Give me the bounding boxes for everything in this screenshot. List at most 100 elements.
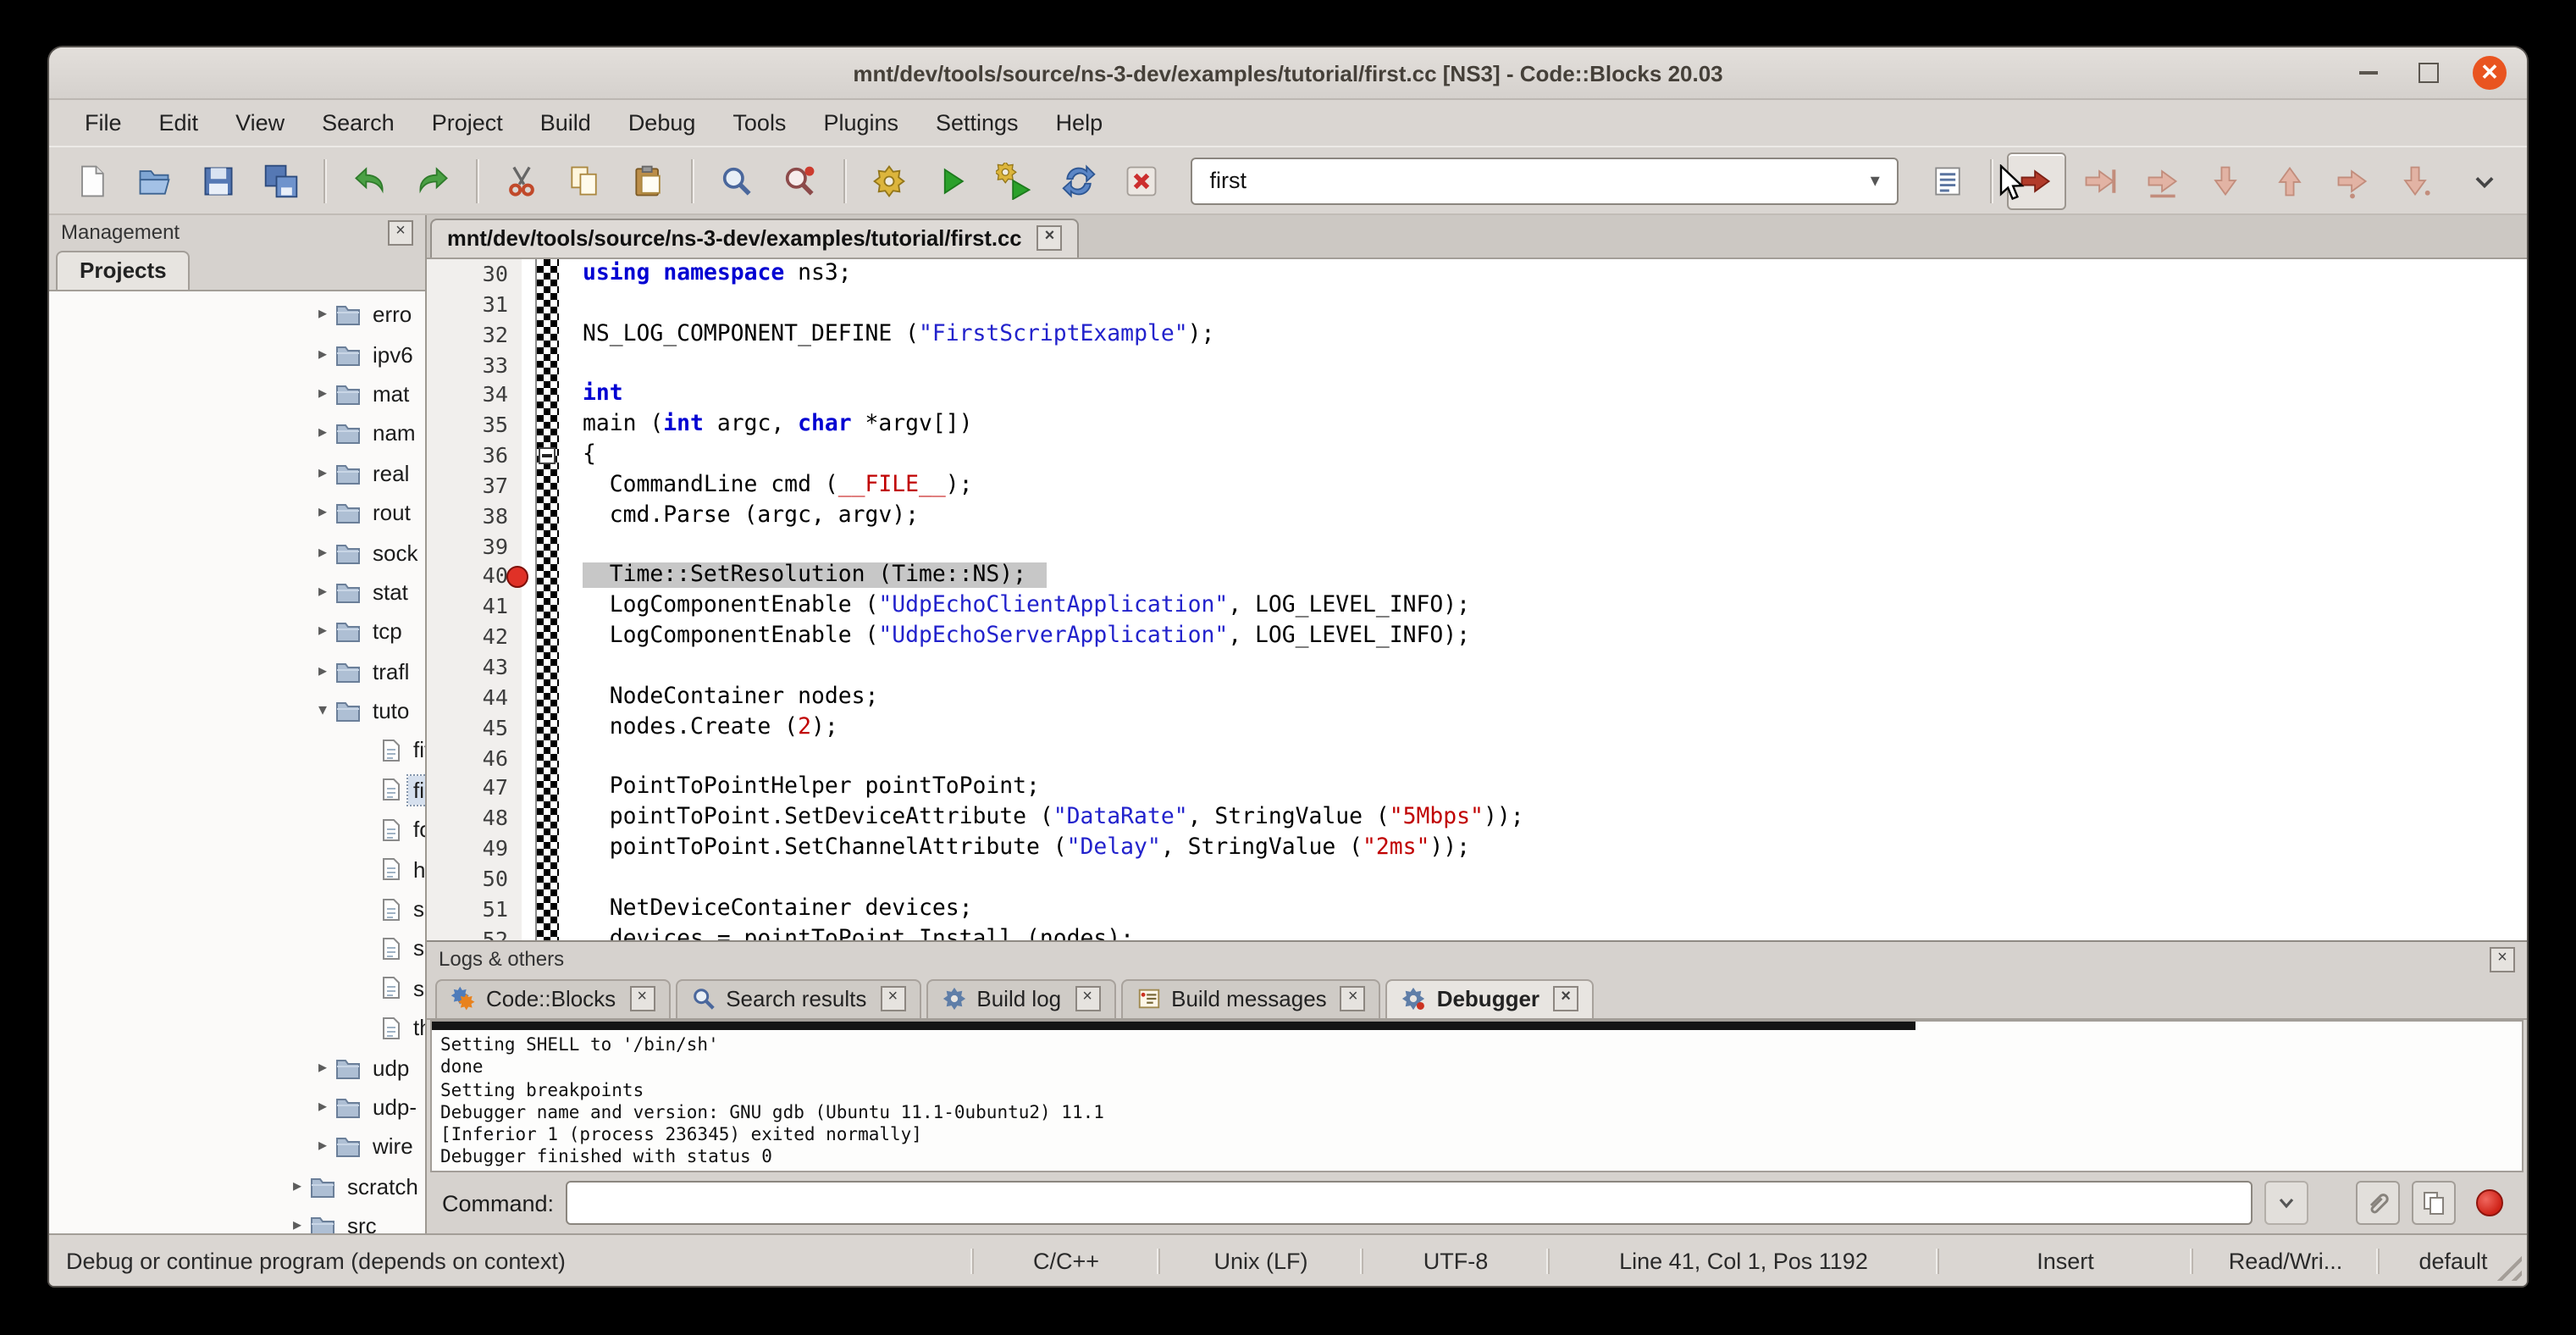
maximize-button[interactable]	[2412, 56, 2446, 90]
line-number[interactable]: 45	[427, 712, 522, 743]
code-line-39[interactable]: 39	[427, 531, 2527, 562]
logs-tab-search-results[interactable]: Search results×	[675, 979, 920, 1018]
tree-item-se[interactable]: se	[49, 929, 425, 969]
line-number[interactable]: 33	[427, 350, 522, 380]
tree-expander-icon[interactable]: ▸	[312, 424, 334, 443]
step-into-button[interactable]	[2197, 152, 2255, 209]
undo-button[interactable]	[341, 152, 400, 209]
code-line-47[interactable]: 47 PointToPointHelper pointToPoint;	[427, 773, 2527, 804]
attach-button[interactable]	[2356, 1181, 2400, 1225]
next-line-button[interactable]	[2134, 152, 2192, 209]
cut-button[interactable]	[493, 152, 551, 209]
tree-expander-icon[interactable]: ▸	[312, 345, 334, 363]
tree-item-mat[interactable]: ▸mat	[49, 374, 425, 414]
line-number[interactable]: 41	[427, 592, 522, 623]
menu-settings[interactable]: Settings	[917, 100, 1037, 146]
tree-expander-icon[interactable]: ▸	[312, 623, 334, 641]
line-number[interactable]: 42	[427, 622, 522, 652]
run-to-cursor-button[interactable]	[2070, 152, 2129, 209]
tree-item-se[interactable]: se	[49, 889, 425, 929]
open-file-button[interactable]	[126, 152, 185, 209]
tree-item-scratch[interactable]: ▸scratch	[49, 1166, 425, 1206]
tab-projects[interactable]: Projects	[56, 251, 191, 290]
tab-close-icon[interactable]: ×	[629, 986, 655, 1011]
tree-item-wire[interactable]: ▸wire	[49, 1127, 425, 1166]
chevron-down-icon[interactable]: ▾	[1871, 169, 1880, 191]
tree-item-trafl[interactable]: ▸trafl	[49, 651, 425, 691]
tree-expander-icon[interactable]: ▸	[286, 1177, 308, 1196]
menu-file[interactable]: File	[66, 100, 141, 146]
abort-build-button[interactable]	[1113, 152, 1171, 209]
save-file-button[interactable]	[189, 152, 247, 209]
tree-item-src[interactable]: ▸src	[49, 1206, 425, 1233]
tab-close-icon[interactable]: ×	[1341, 986, 1366, 1011]
paste-button[interactable]	[619, 152, 677, 209]
copy-log-button[interactable]	[2412, 1181, 2456, 1225]
tree-expander-icon[interactable]: ▸	[312, 583, 334, 601]
code-line-41[interactable]: 41 LogComponentEnable ("UdpEchoClientApp…	[427, 592, 2527, 623]
save-all-button[interactable]	[252, 152, 311, 209]
logs-close-icon[interactable]: ×	[2490, 946, 2515, 972]
line-number[interactable]: 39	[427, 531, 522, 562]
tree-item-sock[interactable]: ▸sock	[49, 533, 425, 573]
tree-item-nam[interactable]: ▸nam	[49, 413, 425, 453]
tree-expander-icon[interactable]: ▸	[312, 305, 334, 324]
menu-view[interactable]: View	[217, 100, 303, 146]
code-line-50[interactable]: 50	[427, 864, 2527, 895]
tree-expander-icon[interactable]: ▸	[312, 1098, 334, 1116]
tree-item-six[interactable]: six	[49, 968, 425, 1008]
menu-help[interactable]: Help	[1037, 100, 1122, 146]
breakpoint-icon[interactable]	[506, 566, 528, 588]
tab-close-icon[interactable]: ×	[1075, 986, 1100, 1011]
code-line-44[interactable]: 44 NodeContainer nodes;	[427, 683, 2527, 713]
tree-item-fir[interactable]: fir	[49, 770, 425, 810]
line-number[interactable]: 35	[427, 410, 522, 440]
tree-item-he[interactable]: he	[49, 850, 425, 889]
code-line-35[interactable]: 35main (int argc, char *argv[])	[427, 410, 2527, 440]
line-number[interactable]: 48	[427, 803, 522, 834]
menu-debug[interactable]: Debug	[610, 100, 715, 146]
command-history-button[interactable]	[2264, 1181, 2308, 1225]
next-instruction-button[interactable]	[2324, 152, 2382, 209]
code-line-30[interactable]: 30using namespace ns3;	[427, 259, 2527, 290]
code-line-45[interactable]: 45 nodes.Create (2);	[427, 712, 2527, 743]
tree-item-tuto[interactable]: ▾tuto	[49, 691, 425, 731]
line-number[interactable]: 47	[427, 773, 522, 804]
tree-expander-icon[interactable]: ▸	[286, 1216, 308, 1233]
menu-plugins[interactable]: Plugins	[804, 100, 917, 146]
line-number[interactable]: 43	[427, 652, 522, 683]
menu-edit[interactable]: Edit	[141, 100, 218, 146]
tree-item-stat[interactable]: ▸stat	[49, 572, 425, 612]
code-line-34[interactable]: 34int	[427, 380, 2527, 411]
tree-expander-icon[interactable]: ▾	[312, 701, 334, 720]
code-line-43[interactable]: 43	[427, 652, 2527, 683]
tree-item-th[interactable]: th	[49, 1008, 425, 1048]
tab-close-icon[interactable]: ×	[1553, 986, 1578, 1011]
minimize-button[interactable]	[2351, 56, 2385, 90]
tree-expander-icon[interactable]: ▸	[312, 543, 334, 562]
build-and-run-button[interactable]	[987, 152, 1045, 209]
tab-close-icon[interactable]: ×	[880, 986, 905, 1011]
tree-expander-icon[interactable]: ▸	[312, 1058, 334, 1077]
code-line-37[interactable]: 37 CommandLine cmd (__FILE__);	[427, 471, 2527, 501]
editor-tab[interactable]: mnt/dev/tools/source/ns-3-dev/examples/t…	[430, 219, 1079, 258]
tree-expander-icon[interactable]: ▸	[312, 385, 334, 403]
logs-tab-debugger[interactable]: Debugger×	[1386, 979, 1594, 1018]
line-number[interactable]: 32	[427, 319, 522, 350]
tree-item-fif[interactable]: fif	[49, 731, 425, 771]
chevron-down-button[interactable]	[2455, 152, 2513, 209]
find-button[interactable]	[708, 152, 766, 209]
find-in-files-button[interactable]	[771, 152, 830, 209]
menu-tools[interactable]: Tools	[714, 100, 804, 146]
logs-tab-build-messages[interactable]: Build messages×	[1120, 979, 1381, 1018]
line-number[interactable]: 49	[427, 834, 522, 864]
fold-collapse-icon[interactable]	[538, 447, 555, 464]
debugger-log[interactable]: Setting SHELL to '/bin/sh'doneSetting br…	[430, 1020, 2523, 1172]
step-out-button[interactable]	[2260, 152, 2319, 209]
tree-item-rout[interactable]: ▸rout	[49, 493, 425, 533]
code-line-42[interactable]: 42 LogComponentEnable ("UdpEchoServerApp…	[427, 622, 2527, 652]
code-line-31[interactable]: 31	[427, 290, 2527, 320]
tree-item-udp[interactable]: ▸udp	[49, 1048, 425, 1088]
menu-build[interactable]: Build	[522, 100, 610, 146]
code-line-40[interactable]: 40 Time::SetResolution (Time::NS);	[427, 562, 2527, 592]
